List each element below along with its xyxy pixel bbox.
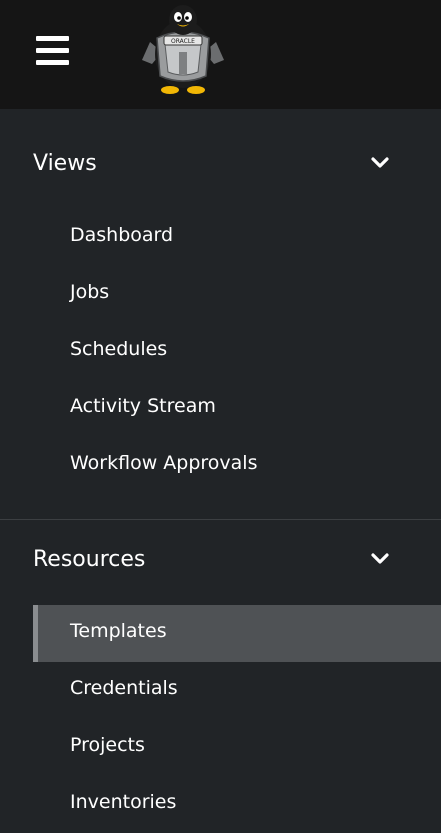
nav-item-credentials[interactable]: Credentials <box>0 662 441 719</box>
nav-group-title: Resources <box>33 547 146 572</box>
chevron-down-icon <box>371 157 389 168</box>
nav-group-resources[interactable]: Resources <box>0 533 441 589</box>
nav-item-jobs[interactable]: Jobs <box>0 266 441 323</box>
nav-item-activity-stream[interactable]: Activity Stream <box>0 380 441 437</box>
nav-item-label: Inventories <box>70 791 177 813</box>
nav-item-workflow-approvals[interactable]: Workflow Approvals <box>0 437 441 494</box>
nav-group-title: Views <box>33 151 97 176</box>
hamburger-menu-icon[interactable] <box>36 36 69 65</box>
nav-item-inventories[interactable]: Inventories <box>0 776 441 833</box>
nav-item-label: Dashboard <box>70 224 174 246</box>
masthead: ORACLE <box>0 0 441 109</box>
nav-group-views[interactable]: Views <box>0 137 441 193</box>
nav-item-label: Workflow Approvals <box>70 452 258 474</box>
chevron-down-icon <box>371 553 389 564</box>
nav-item-label: Schedules <box>70 338 168 360</box>
nav-item-schedules[interactable]: Schedules <box>0 323 441 380</box>
app-frame: ORACLE Views Dashboard Jobs Schedules Ac… <box>0 0 441 833</box>
svg-text:ORACLE: ORACLE <box>171 38 195 45</box>
active-item-marker <box>33 605 38 662</box>
nav-item-projects[interactable]: Projects <box>0 719 441 776</box>
nav-item-label: Activity Stream <box>70 395 216 417</box>
nav-item-dashboard[interactable]: Dashboard <box>0 209 441 266</box>
tux-penguin-logo-icon[interactable]: ORACLE <box>140 2 226 98</box>
nav-item-label: Projects <box>70 734 145 756</box>
nav-item-label: Templates <box>70 620 167 642</box>
nav-item-label: Jobs <box>70 281 110 303</box>
nav-divider <box>0 519 441 520</box>
sidebar-nav: Views Dashboard Jobs Schedules Activity … <box>0 109 441 833</box>
nav-item-templates[interactable]: Templates <box>0 605 441 662</box>
nav-item-label: Credentials <box>70 677 178 699</box>
